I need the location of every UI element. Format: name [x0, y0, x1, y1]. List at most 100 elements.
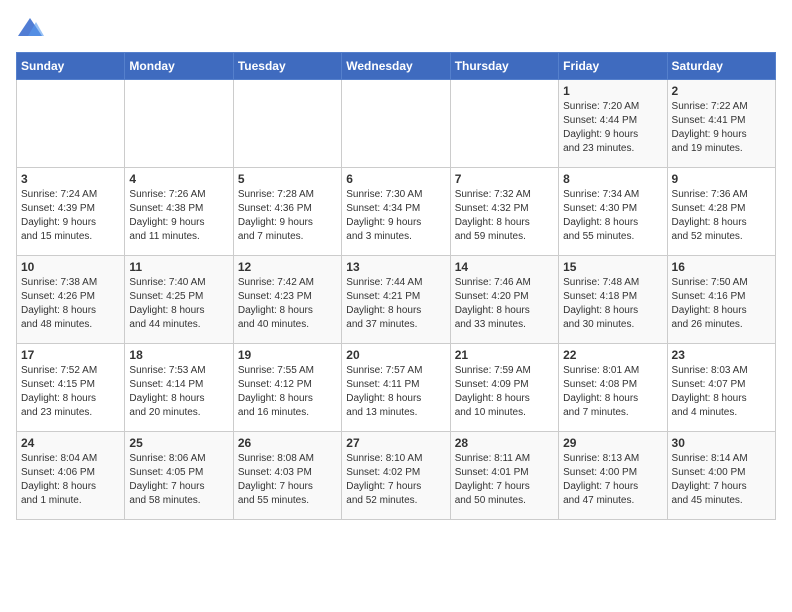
day-info: Sunrise: 7:42 AM Sunset: 4:23 PM Dayligh… [238, 276, 337, 332]
day-info: Sunrise: 7:40 AM Sunset: 4:25 PM Dayligh… [129, 276, 228, 332]
day-info: Sunrise: 7:38 AM Sunset: 4:26 PM Dayligh… [21, 276, 120, 332]
weekday-header-saturday: Saturday [667, 53, 775, 80]
day-info: Sunrise: 7:28 AM Sunset: 4:36 PM Dayligh… [238, 188, 337, 244]
calendar-cell: 24 Sunrise: 8:04 AM Sunset: 4:06 PM Dayli… [17, 432, 125, 520]
day-info: Sunrise: 8:06 AM Sunset: 4:05 PM Dayligh… [129, 452, 228, 508]
day-number: 13 [346, 260, 445, 274]
day-info: Sunrise: 7:30 AM Sunset: 4:34 PM Dayligh… [346, 188, 445, 244]
day-number: 24 [21, 436, 120, 450]
day-info: Sunrise: 8:01 AM Sunset: 4:08 PM Dayligh… [563, 364, 662, 420]
calendar-cell: 28 Sunrise: 8:11 AM Sunset: 4:01 PM Dayli… [450, 432, 558, 520]
day-number: 17 [21, 348, 120, 362]
day-number: 30 [672, 436, 771, 450]
day-number: 26 [238, 436, 337, 450]
day-number: 9 [672, 172, 771, 186]
day-info: Sunrise: 8:10 AM Sunset: 4:02 PM Dayligh… [346, 452, 445, 508]
day-info: Sunrise: 7:53 AM Sunset: 4:14 PM Dayligh… [129, 364, 228, 420]
day-number: 15 [563, 260, 662, 274]
calendar-cell [450, 80, 558, 168]
page-header [16, 16, 776, 40]
calendar-cell: 13 Sunrise: 7:44 AM Sunset: 4:21 PM Dayli… [342, 256, 450, 344]
calendar-cell: 14 Sunrise: 7:46 AM Sunset: 4:20 PM Dayli… [450, 256, 558, 344]
day-number: 23 [672, 348, 771, 362]
calendar-cell: 23 Sunrise: 8:03 AM Sunset: 4:07 PM Dayli… [667, 344, 775, 432]
calendar-cell [125, 80, 233, 168]
day-info: Sunrise: 7:24 AM Sunset: 4:39 PM Dayligh… [21, 188, 120, 244]
calendar-cell: 27 Sunrise: 8:10 AM Sunset: 4:02 PM Dayli… [342, 432, 450, 520]
day-number: 2 [672, 84, 771, 98]
day-info: Sunrise: 8:11 AM Sunset: 4:01 PM Dayligh… [455, 452, 554, 508]
calendar-cell: 9 Sunrise: 7:36 AM Sunset: 4:28 PM Daylig… [667, 168, 775, 256]
calendar-cell: 1 Sunrise: 7:20 AM Sunset: 4:44 PM Daylig… [559, 80, 667, 168]
day-info: Sunrise: 7:36 AM Sunset: 4:28 PM Dayligh… [672, 188, 771, 244]
calendar-cell: 25Sunrise: 8:06 AM Sunset: 4:05 PM Dayli… [125, 432, 233, 520]
day-info: Sunrise: 8:08 AM Sunset: 4:03 PM Dayligh… [238, 452, 337, 508]
day-info: Sunrise: 7:20 AM Sunset: 4:44 PM Dayligh… [563, 100, 662, 156]
calendar-cell: 19 Sunrise: 7:55 AM Sunset: 4:12 PM Dayli… [233, 344, 341, 432]
day-info: Sunrise: 8:03 AM Sunset: 4:07 PM Dayligh… [672, 364, 771, 420]
calendar-cell: 17 Sunrise: 7:52 AM Sunset: 4:15 PM Dayli… [17, 344, 125, 432]
day-number: 29 [563, 436, 662, 450]
day-number: 1 [563, 84, 662, 98]
calendar-cell: 10 Sunrise: 7:38 AM Sunset: 4:26 PM Dayli… [17, 256, 125, 344]
calendar-cell: 2 Sunrise: 7:22 AM Sunset: 4:41 PM Daylig… [667, 80, 775, 168]
weekday-header-friday: Friday [559, 53, 667, 80]
day-info: Sunrise: 7:32 AM Sunset: 4:32 PM Dayligh… [455, 188, 554, 244]
logo-icon [16, 16, 44, 40]
day-info: Sunrise: 7:44 AM Sunset: 4:21 PM Dayligh… [346, 276, 445, 332]
calendar-cell: 3 Sunrise: 7:24 AM Sunset: 4:39 PM Daylig… [17, 168, 125, 256]
calendar-cell [233, 80, 341, 168]
calendar-cell: 20 Sunrise: 7:57 AM Sunset: 4:11 PM Dayli… [342, 344, 450, 432]
calendar-table: SundayMondayTuesdayWednesdayThursdayFrid… [16, 52, 776, 520]
day-info: Sunrise: 7:55 AM Sunset: 4:12 PM Dayligh… [238, 364, 337, 420]
day-info: Sunrise: 7:52 AM Sunset: 4:15 PM Dayligh… [21, 364, 120, 420]
weekday-header-sunday: Sunday [17, 53, 125, 80]
day-number: 22 [563, 348, 662, 362]
day-number: 10 [21, 260, 120, 274]
day-info: Sunrise: 7:26 AM Sunset: 4:38 PM Dayligh… [129, 188, 228, 244]
calendar-cell [342, 80, 450, 168]
day-info: Sunrise: 7:57 AM Sunset: 4:11 PM Dayligh… [346, 364, 445, 420]
day-info: Sunrise: 8:14 AM Sunset: 4:00 PM Dayligh… [672, 452, 771, 508]
day-info: Sunrise: 7:59 AM Sunset: 4:09 PM Dayligh… [455, 364, 554, 420]
day-number: 28 [455, 436, 554, 450]
day-info: Sunrise: 7:46 AM Sunset: 4:20 PM Dayligh… [455, 276, 554, 332]
calendar-cell: 5 Sunrise: 7:28 AM Sunset: 4:36 PM Daylig… [233, 168, 341, 256]
calendar-cell: 6 Sunrise: 7:30 AM Sunset: 4:34 PM Daylig… [342, 168, 450, 256]
day-number: 12 [238, 260, 337, 274]
day-info: Sunrise: 7:34 AM Sunset: 4:30 PM Dayligh… [563, 188, 662, 244]
day-number: 7 [455, 172, 554, 186]
calendar-cell [17, 80, 125, 168]
weekday-header-tuesday: Tuesday [233, 53, 341, 80]
calendar-cell: 12 Sunrise: 7:42 AM Sunset: 4:23 PM Dayli… [233, 256, 341, 344]
calendar-cell: 7 Sunrise: 7:32 AM Sunset: 4:32 PM Daylig… [450, 168, 558, 256]
day-number: 20 [346, 348, 445, 362]
day-info: Sunrise: 7:50 AM Sunset: 4:16 PM Dayligh… [672, 276, 771, 332]
day-info: Sunrise: 7:48 AM Sunset: 4:18 PM Dayligh… [563, 276, 662, 332]
weekday-header-monday: Monday [125, 53, 233, 80]
day-info: Sunrise: 8:04 AM Sunset: 4:06 PM Dayligh… [21, 452, 120, 508]
day-number: 6 [346, 172, 445, 186]
calendar-cell: 30 Sunrise: 8:14 AM Sunset: 4:00 PM Dayli… [667, 432, 775, 520]
day-number: 8 [563, 172, 662, 186]
calendar-cell: 26 Sunrise: 8:08 AM Sunset: 4:03 PM Dayli… [233, 432, 341, 520]
day-number: 18 [129, 348, 228, 362]
day-number: 21 [455, 348, 554, 362]
logo [16, 16, 48, 40]
calendar-cell: 22 Sunrise: 8:01 AM Sunset: 4:08 PM Dayli… [559, 344, 667, 432]
day-number: 5 [238, 172, 337, 186]
calendar-cell: 29Sunrise: 8:13 AM Sunset: 4:00 PM Dayli… [559, 432, 667, 520]
calendar-cell: 21 Sunrise: 7:59 AM Sunset: 4:09 PM Dayli… [450, 344, 558, 432]
calendar-cell: 18 Sunrise: 7:53 AM Sunset: 4:14 PM Dayli… [125, 344, 233, 432]
day-number: 16 [672, 260, 771, 274]
day-number: 27 [346, 436, 445, 450]
day-info: Sunrise: 7:22 AM Sunset: 4:41 PM Dayligh… [672, 100, 771, 156]
day-number: 11 [129, 260, 228, 274]
calendar-cell: 11 Sunrise: 7:40 AM Sunset: 4:25 PM Dayli… [125, 256, 233, 344]
day-number: 19 [238, 348, 337, 362]
day-number: 14 [455, 260, 554, 274]
day-number: 3 [21, 172, 120, 186]
calendar-cell: 4 Sunrise: 7:26 AM Sunset: 4:38 PM Daylig… [125, 168, 233, 256]
calendar-cell: 16 Sunrise: 7:50 AM Sunset: 4:16 PM Dayli… [667, 256, 775, 344]
day-number: 4 [129, 172, 228, 186]
